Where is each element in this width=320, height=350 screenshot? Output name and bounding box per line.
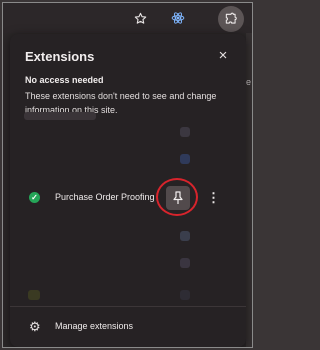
- popup-title: Extensions: [25, 49, 95, 64]
- blurred-icon: [180, 127, 190, 137]
- browser-window: e Extensions × No access needed These ex…: [2, 2, 253, 348]
- puzzle-icon: [225, 12, 237, 24]
- manage-extensions-button[interactable]: ⚙ Manage extensions: [10, 315, 246, 339]
- atom-icon[interactable]: [169, 9, 187, 27]
- manage-extensions-label: Manage extensions: [55, 321, 134, 331]
- gear-icon: ⚙: [29, 319, 41, 334]
- more-options-icon[interactable]: ⋮: [207, 188, 220, 208]
- extensions-popup: Extensions × No access needed These exte…: [10, 34, 246, 347]
- blurred-row: [24, 112, 96, 120]
- blurred-icon: [180, 258, 190, 268]
- extension-row[interactable]: ✓ Purchase Order Proofing ⋮: [10, 178, 246, 216]
- blurred-icon: [180, 290, 190, 300]
- section-heading: No access needed: [25, 75, 104, 85]
- highlight-circle: [156, 178, 198, 216]
- close-icon[interactable]: ×: [216, 48, 230, 63]
- blurred-icon: [28, 290, 40, 300]
- blurred-icon: [180, 154, 190, 164]
- blurred-icon: [180, 231, 190, 241]
- browser-toolbar: [3, 3, 252, 33]
- divider: [10, 306, 246, 307]
- page-background-strip: e: [246, 33, 252, 347]
- check-circle-icon: ✓: [29, 192, 40, 203]
- extension-name: Purchase Order Proofing: [55, 192, 155, 202]
- star-icon[interactable]: [131, 9, 149, 27]
- extensions-puzzle-button[interactable]: [218, 6, 244, 32]
